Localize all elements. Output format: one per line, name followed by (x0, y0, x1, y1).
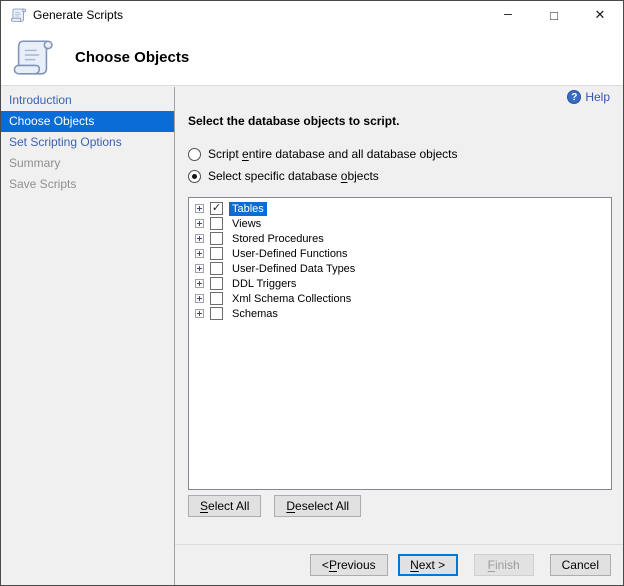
window-controls: – □ ✕ (485, 1, 623, 29)
wizard-header: Choose Objects (1, 29, 623, 86)
sidebar-item-set-scripting-options[interactable]: Set Scripting Options (1, 132, 174, 153)
database-objects-tree: Tables Views Stored Procedures User-Defi… (188, 197, 612, 490)
checkbox[interactable] (210, 247, 223, 260)
generate-scripts-window: Generate Scripts – □ ✕ Choose Objects In… (0, 0, 624, 586)
expand-plus-icon[interactable] (195, 279, 204, 288)
checkbox[interactable] (210, 202, 223, 215)
maximize-button[interactable]: □ (531, 1, 577, 29)
help-icon: ? (567, 90, 582, 104)
tree-item-user-defined-functions[interactable]: User-Defined Functions (189, 246, 611, 261)
minimize-button[interactable]: – (485, 1, 531, 29)
radio-icon (188, 147, 201, 161)
finish-button: Finish (473, 554, 534, 576)
sidebar-item-save-scripts: Save Scripts (9, 177, 77, 191)
expand-plus-icon[interactable] (195, 249, 204, 258)
section-heading: Select the database objects to script. (188, 114, 400, 128)
radio-label: Select specific database objects (208, 169, 379, 183)
help-label: Help (585, 90, 610, 104)
checkbox[interactable] (210, 292, 223, 305)
window-title: Generate Scripts (33, 8, 124, 22)
wizard-steps-sidebar: Introduction Choose Objects Set Scriptin… (1, 87, 175, 585)
close-button[interactable]: ✕ (577, 1, 623, 29)
cancel-button[interactable]: Cancel (549, 554, 611, 576)
expand-plus-icon[interactable] (195, 234, 204, 243)
tree-item-user-defined-data-types[interactable]: User-Defined Data Types (189, 261, 611, 276)
tree-item-views[interactable]: Views (189, 216, 611, 231)
sidebar-item-summary: Summary (9, 156, 61, 170)
radio-icon (188, 169, 201, 183)
tree-item-ddl-triggers[interactable]: DDL Triggers (189, 276, 611, 291)
expand-plus-icon[interactable] (195, 204, 204, 213)
tree-item-xml-schema-collections[interactable]: Xml Schema Collections (189, 291, 611, 306)
help-link[interactable]: ? Help (567, 90, 610, 104)
page-title: Choose Objects (75, 48, 190, 66)
tree-item-stored-procedures[interactable]: Stored Procedures (189, 231, 611, 246)
tree-item-tables[interactable]: Tables (189, 201, 611, 216)
expand-plus-icon[interactable] (195, 294, 204, 303)
wizard-body: Introduction Choose Objects Set Scriptin… (1, 87, 623, 585)
checkbox[interactable] (210, 262, 223, 275)
script-scroll-icon (10, 36, 54, 78)
radio-label: Script entire database and all database … (208, 147, 458, 161)
checkbox[interactable] (210, 307, 223, 320)
radio-select-specific-objects[interactable]: Select specific database objects (188, 169, 623, 183)
expand-plus-icon[interactable] (195, 264, 204, 273)
expand-plus-icon[interactable] (195, 219, 204, 228)
expand-plus-icon[interactable] (195, 309, 204, 318)
checkbox[interactable] (210, 277, 223, 290)
tree-actions: Select All Deselect All (188, 495, 623, 517)
radio-script-entire-database[interactable]: Script entire database and all database … (188, 147, 623, 161)
checkbox[interactable] (210, 217, 223, 230)
wizard-content: ? Help Select the database objects to sc… (175, 87, 623, 585)
previous-button[interactable]: < Previous (309, 554, 388, 576)
select-all-button[interactable]: Select All (188, 495, 262, 517)
next-button[interactable]: Next > (397, 554, 458, 576)
sidebar-item-choose-objects[interactable]: Choose Objects (1, 111, 174, 132)
deselect-all-button[interactable]: Deselect All (274, 495, 362, 517)
script-scroll-icon (10, 7, 26, 23)
sidebar-item-introduction[interactable]: Introduction (1, 90, 174, 111)
titlebar: Generate Scripts – □ ✕ (1, 1, 623, 29)
checkbox[interactable] (210, 232, 223, 245)
wizard-footer: < Previous Next > Finish Cancel (175, 544, 623, 585)
tree-item-schemas[interactable]: Schemas (189, 306, 611, 321)
